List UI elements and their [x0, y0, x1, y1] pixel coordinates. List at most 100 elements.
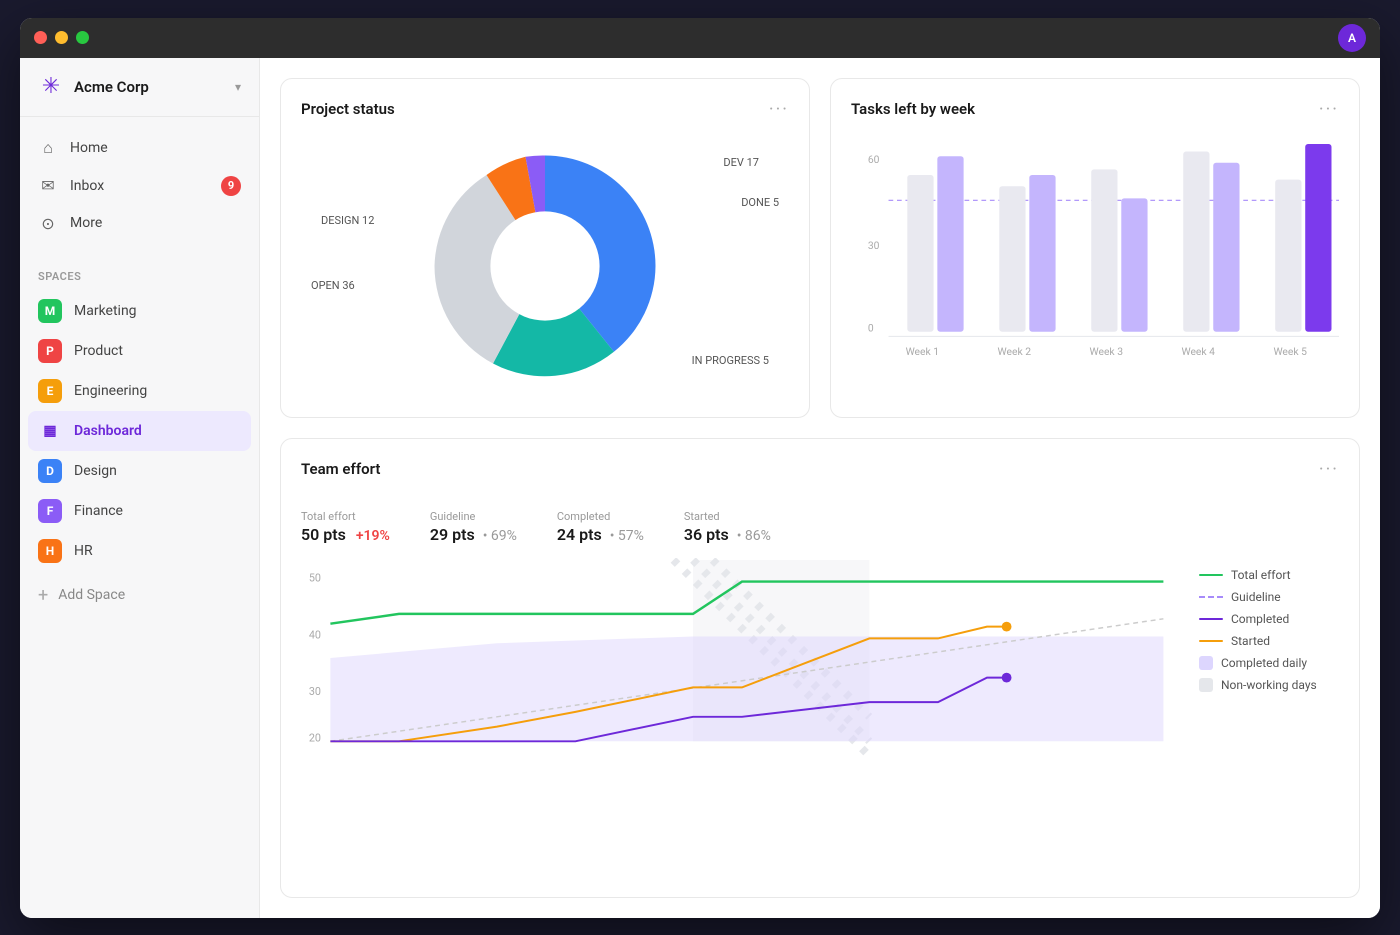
- project-status-more[interactable]: ···: [769, 99, 789, 120]
- legend-total-effort-label: Total effort: [1231, 568, 1291, 582]
- project-status-title: Project status: [301, 100, 395, 118]
- company-name: Acme Corp: [74, 78, 225, 96]
- add-space-label: Add Space: [58, 587, 125, 603]
- legend-guideline: Guideline: [1199, 590, 1339, 604]
- total-effort-label: Total effort: [301, 510, 390, 523]
- pie-chart-svg: [415, 136, 675, 396]
- legend-completed-label: Completed: [1231, 612, 1289, 626]
- sidebar-item-finance[interactable]: F Finance: [20, 491, 259, 531]
- close-button[interactable]: [34, 31, 47, 44]
- sidebar-item-more[interactable]: ⊙ More: [20, 205, 259, 242]
- inbox-label: Inbox: [70, 178, 104, 194]
- tasks-by-week-header: Tasks left by week ···: [851, 99, 1339, 120]
- sidebar-item-product[interactable]: P Product: [20, 331, 259, 371]
- team-effort-title: Team effort: [301, 460, 380, 478]
- started-label: Started: [684, 510, 771, 523]
- engineering-label: Engineering: [74, 383, 147, 399]
- title-bar: A: [20, 18, 1380, 58]
- company-logo: ✳: [38, 74, 64, 100]
- app-body: ✳ Acme Corp ▾ ⌂ Home ✉ Inbox 9 ⊙ More: [20, 58, 1380, 918]
- svg-text:0: 0: [868, 321, 874, 334]
- dev-label: DEV 17: [723, 156, 759, 169]
- guideline-value: 29 pts: [430, 525, 475, 544]
- svg-text:50: 50: [309, 571, 321, 584]
- maximize-button[interactable]: [76, 31, 89, 44]
- pie-chart-container: DEV 17 DONE 5 IN PROGRESS 5 OPEN 36 DESI: [301, 136, 789, 397]
- dashboard-avatar: ▦: [38, 419, 62, 443]
- inbox-icon: ✉: [38, 176, 58, 195]
- stat-guideline: Guideline 29 pts • 69%: [430, 510, 517, 544]
- finance-avatar: F: [38, 499, 62, 523]
- legend-non-working-days-label: Non-working days: [1221, 678, 1317, 692]
- user-avatar[interactable]: A: [1338, 24, 1366, 52]
- line-chart-section: 50 40 30 20: [301, 558, 1339, 877]
- product-label: Product: [74, 343, 123, 359]
- hr-label: HR: [74, 543, 93, 559]
- total-effort-value: 50 pts: [301, 525, 346, 544]
- tasks-by-week-card: Tasks left by week ··· 60 30 0: [830, 78, 1360, 418]
- legend-total-effort: Total effort: [1199, 568, 1339, 582]
- design-label: DESIGN 12: [321, 214, 374, 227]
- sidebar-item-home[interactable]: ⌂ Home: [20, 129, 259, 167]
- completed-value: 24 pts: [557, 525, 602, 544]
- svg-text:60: 60: [868, 152, 880, 165]
- non-working-days-swatch: [1199, 678, 1213, 692]
- hr-avatar: H: [38, 539, 62, 563]
- done-label: DONE 5: [741, 196, 779, 209]
- legend-completed-daily: Completed daily: [1199, 656, 1339, 670]
- engineering-avatar: E: [38, 379, 62, 403]
- svg-text:40: 40: [309, 628, 321, 641]
- started-value: 36 pts: [684, 525, 729, 544]
- marketing-avatar: M: [38, 299, 62, 323]
- line-chart-svg: 50 40 30 20: [301, 558, 1183, 758]
- more-icon: ⊙: [38, 214, 58, 233]
- spaces-list: M Marketing P Product E Engineering ▦ Da…: [20, 291, 259, 571]
- svg-text:Week 2: Week 2: [998, 345, 1032, 358]
- sidebar: ✳ Acme Corp ▾ ⌂ Home ✉ Inbox 9 ⊙ More: [20, 58, 260, 918]
- completed-line: [1199, 618, 1223, 620]
- guideline-pct: • 69%: [483, 528, 517, 544]
- chevron-down-icon: ▾: [235, 80, 241, 94]
- svg-text:30: 30: [868, 239, 880, 252]
- legend-completed: Completed: [1199, 612, 1339, 626]
- line-chart-area: 50 40 30 20: [301, 558, 1183, 877]
- svg-text:30: 30: [309, 685, 321, 698]
- open-label: OPEN 36: [311, 279, 355, 292]
- effort-stats: Total effort 50 pts +19% Guideline 29 pt…: [301, 510, 1339, 544]
- legend-started: Started: [1199, 634, 1339, 648]
- home-icon: ⌂: [38, 138, 58, 158]
- traffic-lights: [34, 31, 89, 44]
- app-window: A ✳ Acme Corp ▾ ⌂ Home ✉ Inbox 9: [20, 18, 1380, 918]
- dashboard-label: Dashboard: [74, 423, 142, 439]
- tasks-by-week-title: Tasks left by week: [851, 100, 975, 118]
- team-effort-more[interactable]: ···: [1319, 459, 1339, 480]
- spaces-section-label: Spaces: [20, 254, 259, 291]
- guideline-label: Guideline: [430, 510, 517, 523]
- line-chart-legend: Total effort Guideline Completed St: [1199, 558, 1339, 877]
- design-avatar: D: [38, 459, 62, 483]
- finance-label: Finance: [74, 503, 123, 519]
- tasks-by-week-more[interactable]: ···: [1319, 99, 1339, 120]
- started-pct: • 86%: [737, 528, 771, 544]
- stat-started: Started 36 pts • 86%: [684, 510, 771, 544]
- started-line: [1199, 640, 1223, 642]
- svg-text:Week 5: Week 5: [1273, 345, 1307, 358]
- sidebar-item-dashboard[interactable]: ▦ Dashboard: [28, 411, 251, 451]
- sidebar-item-inbox[interactable]: ✉ Inbox 9: [20, 167, 259, 205]
- team-effort-card: Team effort ··· Total effort 50 pts +19%…: [280, 438, 1360, 898]
- sidebar-item-hr[interactable]: H HR: [20, 531, 259, 571]
- sidebar-item-engineering[interactable]: E Engineering: [20, 371, 259, 411]
- add-space-button[interactable]: + Add Space: [20, 575, 259, 616]
- stat-completed: Completed 24 pts • 57%: [557, 510, 644, 544]
- minimize-button[interactable]: [55, 31, 68, 44]
- logo-icon: ✳: [42, 74, 60, 99]
- sidebar-item-marketing[interactable]: M Marketing: [20, 291, 259, 331]
- main-content: Project status ···: [260, 58, 1380, 918]
- add-icon: +: [38, 585, 48, 606]
- product-avatar: P: [38, 339, 62, 363]
- sidebar-header[interactable]: ✳ Acme Corp ▾: [20, 58, 259, 117]
- legend-started-label: Started: [1231, 634, 1270, 648]
- legend-guideline-label: Guideline: [1231, 590, 1281, 604]
- sidebar-item-design[interactable]: D Design: [20, 451, 259, 491]
- total-effort-line: [1199, 574, 1223, 576]
